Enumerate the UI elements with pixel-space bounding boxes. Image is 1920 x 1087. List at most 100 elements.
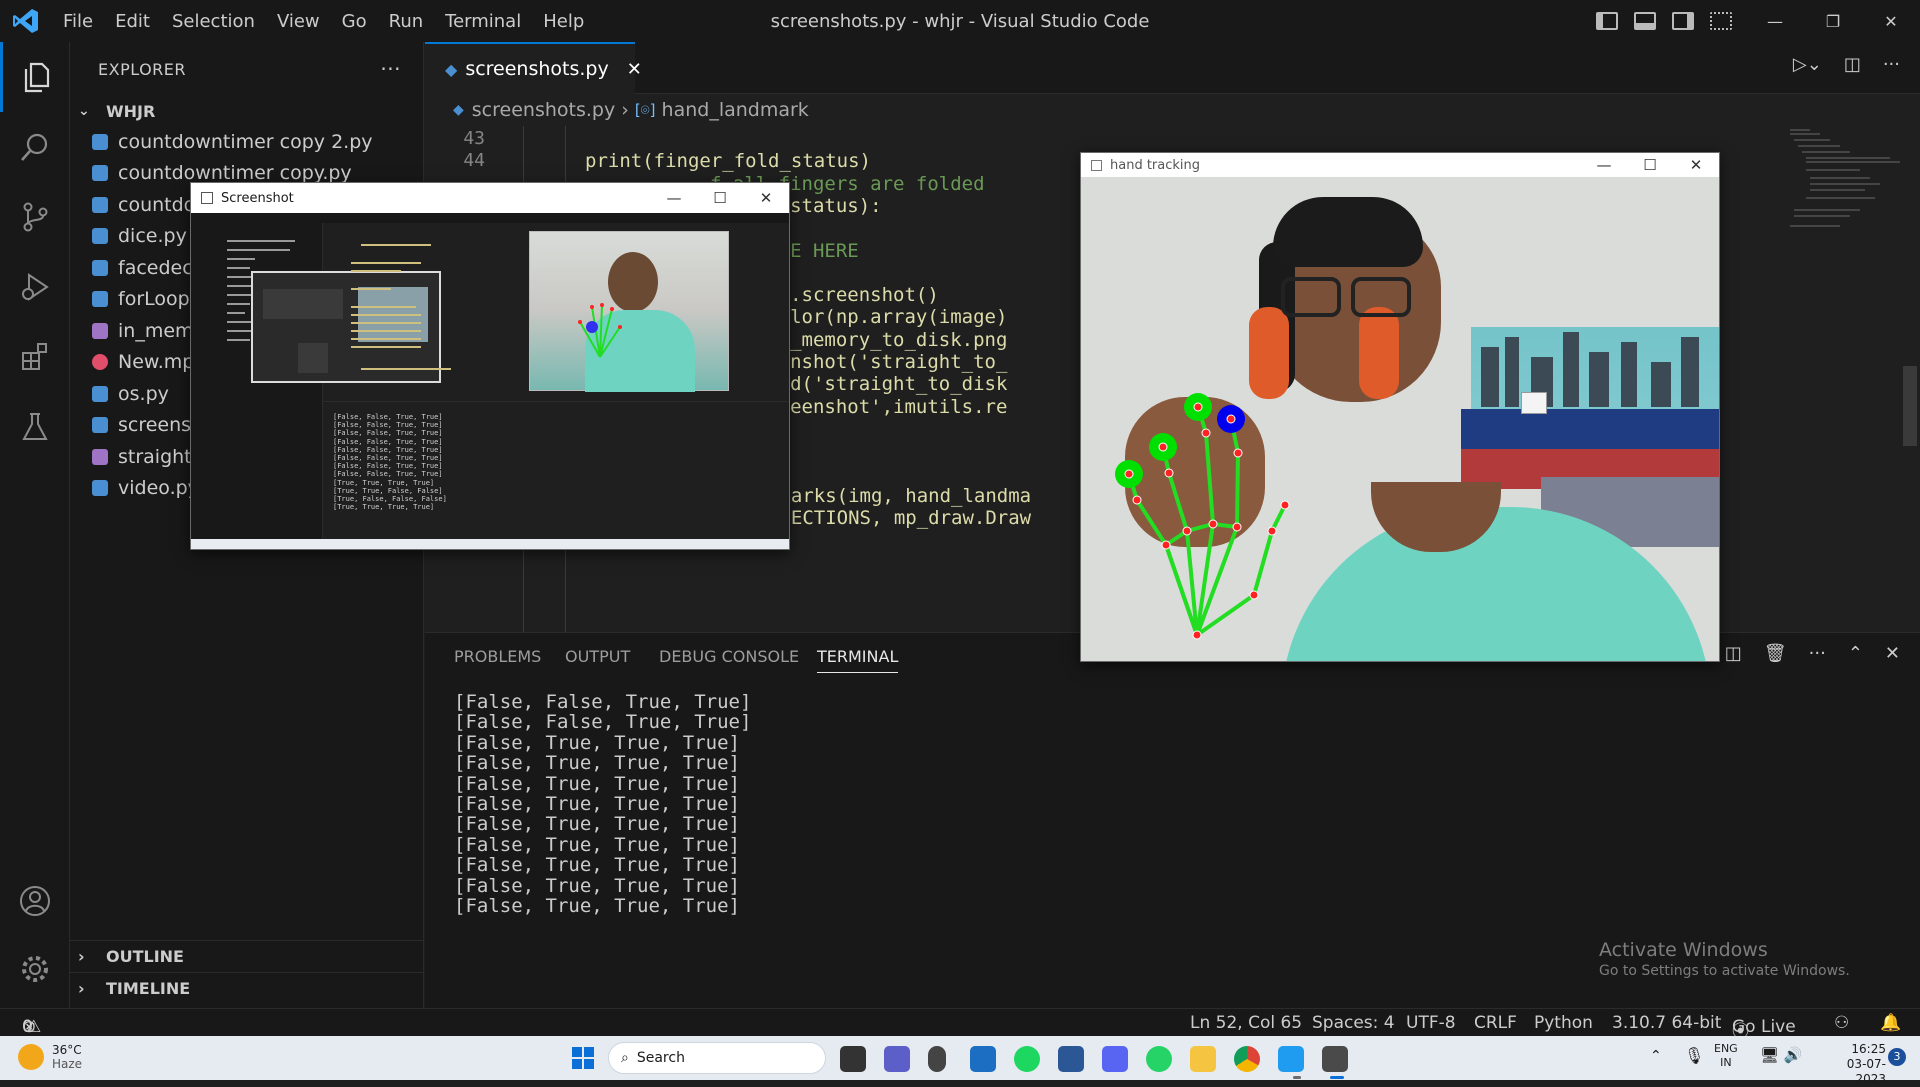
hand-tracking-window[interactable]: hand tracking — ☐ ✕ [1080,152,1720,662]
windows-start-icon[interactable] [572,1047,594,1069]
python-interpreter[interactable]: 3.10.7 64-bit [1612,1013,1721,1033]
teams-icon[interactable] [884,1046,910,1072]
menu-edit[interactable]: Edit [104,11,161,32]
cursor-position[interactable]: Ln 52, Col 65 [1190,1013,1302,1033]
customize-layout-icon[interactable] [1710,12,1732,30]
tab-problems[interactable]: PROBLEMS [454,647,541,666]
python-icon: ◆ [453,102,464,118]
task-view-icon[interactable] [840,1046,866,1072]
vscode-taskbar-icon[interactable] [1278,1046,1304,1072]
language-indicator[interactable]: ENG IN [1714,1042,1738,1070]
maximize-button[interactable]: ☐ [697,189,743,207]
toggle-panel-icon[interactable] [1634,12,1656,30]
screenshot-image: [False, False, True, True] [False, False,… [191,213,789,549]
file-item[interactable]: countdowntimer copy 2.py [70,126,423,158]
split-editor-icon[interactable]: ◫ [1844,54,1861,75]
workspace-folder[interactable]: ⌄ WHJR [70,96,423,126]
minimap[interactable] [1780,126,1920,632]
toggle-primary-sidebar-icon[interactable] [1596,12,1618,30]
maximize-button[interactable]: ☐ [1627,156,1673,174]
menu-go[interactable]: Go [331,11,378,32]
minimize-button[interactable]: — [1746,12,1804,31]
menu-help[interactable]: Help [532,11,595,32]
tab-output[interactable]: OUTPUT [565,647,630,666]
menu-terminal[interactable]: Terminal [434,11,532,32]
breadcrumb-file[interactable]: screenshots.py [472,99,615,121]
trash-icon[interactable]: 🗑 [1764,643,1787,664]
terminal-line: [False, True, True, True] [454,854,740,877]
whatsapp-icon[interactable] [1146,1046,1172,1072]
tab-screenshots-py[interactable]: ◆ screenshots.py ✕ [425,42,642,94]
more-actions-icon[interactable]: ··· [1883,54,1900,75]
run-debug-activity[interactable] [0,252,70,322]
minimize-button[interactable]: — [1581,156,1627,174]
search-activity[interactable] [0,112,70,182]
menu-selection[interactable]: Selection [161,11,266,32]
weather-widget[interactable]: 36°C Haze [18,1043,82,1071]
chrome-icon[interactable] [1234,1046,1260,1072]
language-mode[interactable]: Python [1534,1013,1593,1033]
menu-bar: File Edit Selection View Go Run Terminal… [52,11,595,32]
file-explorer-icon[interactable] [1190,1046,1216,1072]
notification-badge[interactable]: 3 [1888,1048,1906,1066]
accounts-status-icon[interactable]: ⚇ [1834,1013,1849,1033]
close-button[interactable]: ✕ [1673,156,1719,174]
menu-view[interactable]: View [266,11,331,32]
extensions-activity[interactable] [0,322,70,392]
terminal-line: [False, True, True, True] [454,772,740,795]
maximize-panel-icon[interactable]: ⌃ [1848,643,1863,664]
clock[interactable]: 16:25 03-07-2023 [1824,1042,1886,1087]
encoding[interactable]: UTF-8 [1406,1013,1456,1033]
status-bar: ⊗ 0 ⚠ 0 Ln 52, Col 65 Spaces: 4 UTF-8 CR… [0,1008,1920,1042]
mini-hand-tracking [529,231,729,392]
spotify-icon[interactable] [1014,1046,1040,1072]
timeline-section[interactable]: › TIMELINE [70,972,424,1004]
breadcrumb-symbol[interactable]: hand_landmark [662,99,809,121]
screenshot-window-titlebar[interactable]: Screenshot — ☐ ✕ [191,183,789,213]
toggle-secondary-sidebar-icon[interactable] [1672,12,1694,30]
indentation[interactable]: Spaces: 4 [1312,1013,1395,1033]
vscode-logo-icon[interactable] [12,7,40,35]
run-file-icon[interactable]: ▷⌄ [1793,54,1822,75]
manage-activity[interactable] [0,934,70,1004]
bell-icon[interactable]: 🔔 [1880,1013,1901,1033]
screenshot-window[interactable]: Screenshot — ☐ ✕ [False, False, True, Tr… [190,182,790,550]
word-icon[interactable] [1058,1046,1084,1072]
file-name: countdowntimer copy.py [118,162,352,185]
tab-debug-console[interactable]: DEBUG CONSOLE [659,647,799,666]
minimize-button[interactable]: — [651,189,697,207]
editor-scrollbar[interactable] [1903,366,1917,446]
line-ending[interactable]: CRLF [1474,1013,1517,1033]
discord-icon[interactable] [1102,1046,1128,1072]
line-number: 44 [463,150,485,172]
chevron-down-icon: ⌄ [78,103,90,119]
mouse-app-icon[interactable] [928,1046,946,1072]
close-panel-icon[interactable]: ✕ [1885,643,1900,664]
accounts-activity[interactable] [0,866,70,936]
menu-run[interactable]: Run [378,11,435,32]
close-tab-icon[interactable]: ✕ [627,59,642,80]
python-window-icon[interactable] [1322,1046,1348,1072]
explorer-activity[interactable] [0,42,70,112]
outline-section[interactable]: › OUTLINE [70,940,424,972]
outline-label: OUTLINE [106,947,184,966]
hand-tracking-titlebar[interactable]: hand tracking — ☐ ✕ [1081,153,1719,177]
menu-file[interactable]: File [52,11,104,32]
close-window-button[interactable]: ✕ [1862,12,1920,31]
close-button[interactable]: ✕ [743,189,789,207]
network-volume-icon[interactable]: 🖥 🔊 [1760,1046,1803,1064]
source-control-activity[interactable] [0,182,70,252]
split-terminal-icon[interactable]: ◫ [1725,643,1742,664]
chevron-up-icon[interactable]: ⌃ [1650,1048,1662,1064]
store-icon[interactable] [970,1046,996,1072]
terminal-line: [False, True, True, True] [454,895,740,917]
tab-terminal[interactable]: TERMINAL [817,647,899,673]
restore-button[interactable]: ❐ [1804,12,1862,31]
taskbar-search[interactable]: ⌕ Search [608,1042,826,1074]
variable-icon: [⌾] [634,101,656,119]
microphone-icon[interactable]: 🎙 [1684,1046,1704,1065]
testing-activity[interactable] [0,392,70,462]
explorer-more-button[interactable]: ··· [380,57,401,81]
more-actions-icon[interactable]: ··· [1809,643,1826,664]
screenshot-window-title: Screenshot [221,190,294,206]
